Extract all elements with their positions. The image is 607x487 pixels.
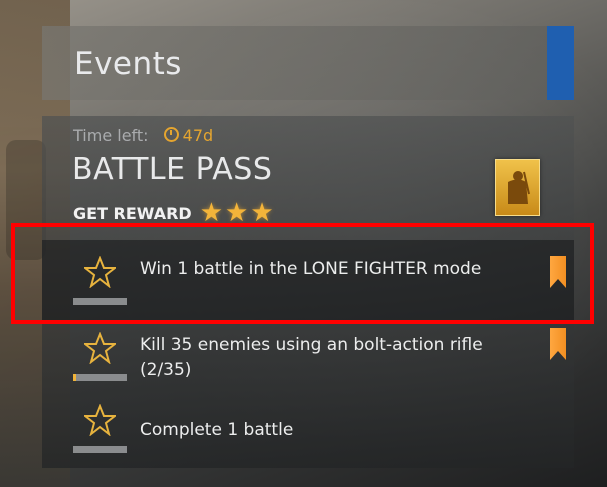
task-description: Complete 1 battle xyxy=(140,420,294,440)
event-panel[interactable]: Time left: 47d BATTLE PASS GET REWARD ★ … xyxy=(42,116,574,468)
events-header: Events xyxy=(42,26,574,100)
task-progress-bar xyxy=(73,374,127,381)
reward-stars: ★ ★ ★ xyxy=(200,200,274,226)
soldier-silhouette-icon xyxy=(508,171,530,204)
reward-star-icon: ★ xyxy=(250,198,274,228)
reward-star-icon: ★ xyxy=(199,198,224,228)
task-star-icon xyxy=(84,404,116,436)
task-item-1[interactable]: Win 1 battle in the LONE FIGHTER mode xyxy=(42,240,574,320)
task-item-3[interactable]: Complete 1 battle xyxy=(42,388,574,468)
event-title: BATTLE PASS xyxy=(72,152,273,187)
time-left-label: Time left: xyxy=(73,126,149,145)
header-title: Events xyxy=(74,46,182,82)
battle-pass-badge-icon[interactable] xyxy=(495,159,540,216)
get-reward-label: GET REWARD xyxy=(73,203,192,223)
time-left-row: Time left: 47d xyxy=(73,126,213,145)
bookmark-icon[interactable] xyxy=(550,256,566,288)
task-description: Win 1 battle in the LONE FIGHTER mode xyxy=(140,259,482,279)
task-description: Kill 35 enemies using an bolt-action rif… xyxy=(140,335,483,380)
bookmark-icon[interactable] xyxy=(550,328,566,360)
time-left-value: 47d xyxy=(182,126,214,145)
task-item-2[interactable]: Kill 35 enemies using an bolt-action rif… xyxy=(42,316,574,396)
reward-star-icon: ★ xyxy=(225,198,249,228)
task-progress-bar xyxy=(73,446,127,453)
task-star-icon xyxy=(84,256,116,288)
header-accent-bar xyxy=(547,26,574,100)
task-star-icon xyxy=(84,332,116,364)
clock-icon xyxy=(163,127,179,142)
task-progress-fill xyxy=(73,374,77,381)
task-progress-bar xyxy=(73,298,127,305)
get-reward-row[interactable]: GET REWARD ★ ★ ★ xyxy=(73,200,274,226)
